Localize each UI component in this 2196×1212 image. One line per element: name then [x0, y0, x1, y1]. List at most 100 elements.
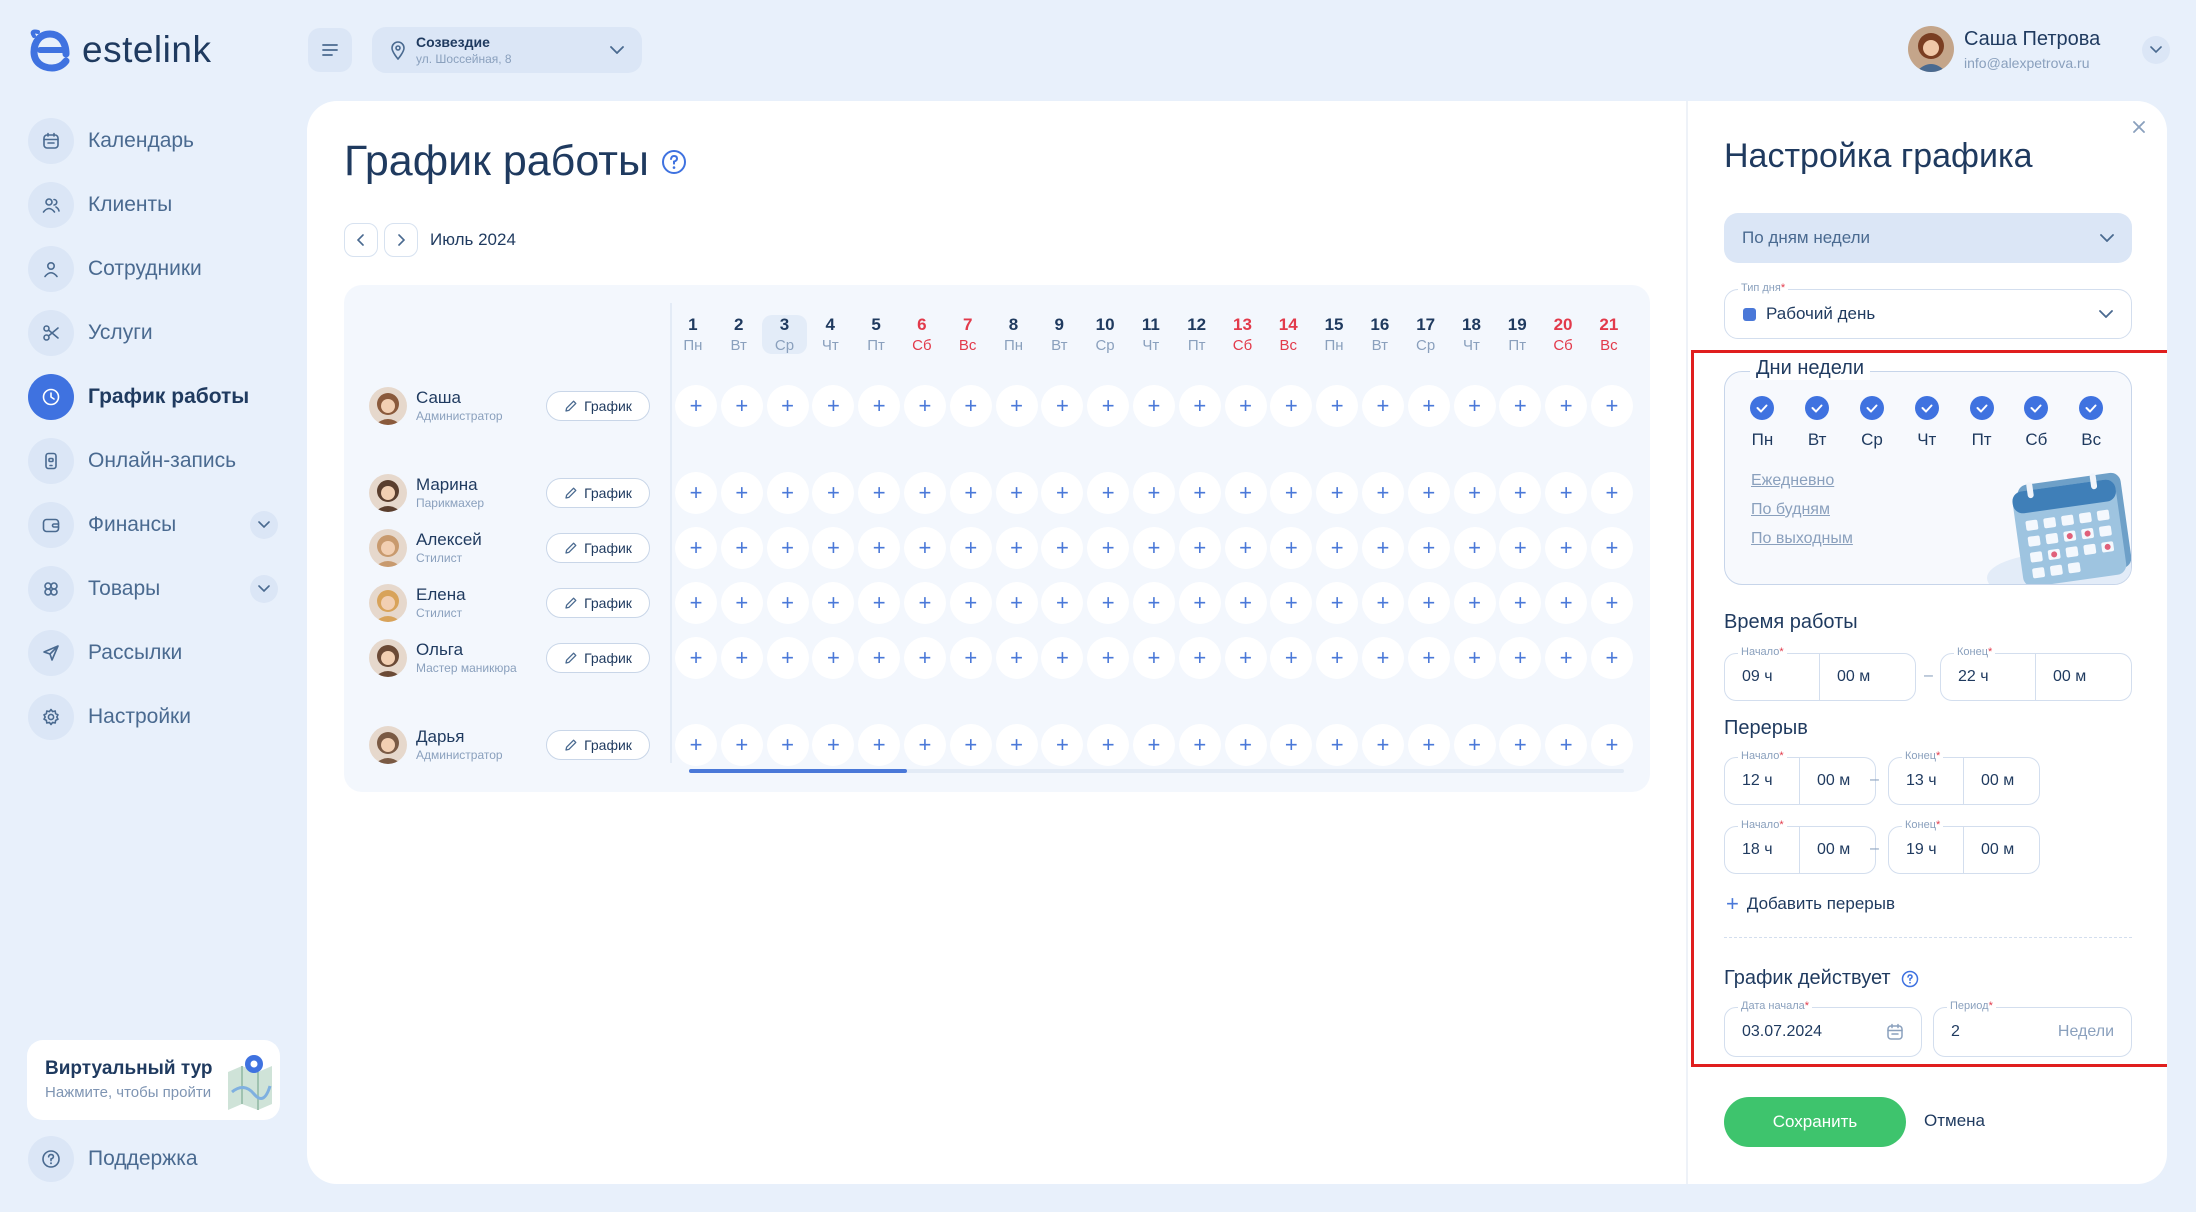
add-shift-cell[interactable]: +: [1087, 472, 1130, 514]
add-shift-cell[interactable]: +: [903, 385, 946, 427]
schedule-mode-select[interactable]: По дням недели: [1724, 213, 2132, 263]
add-shift-cell[interactable]: +: [1178, 472, 1221, 514]
add-shift-cell[interactable]: +: [720, 637, 763, 679]
quick-link[interactable]: По будням: [1751, 501, 1853, 519]
sidebar-item-calendar[interactable]: Календарь: [26, 116, 284, 166]
add-shift-cell[interactable]: +: [1590, 527, 1633, 569]
break-end-hours[interactable]: 13 ч: [1888, 757, 1964, 805]
sidebar-item-wallet[interactable]: Финансы: [26, 500, 284, 550]
break-start-minutes[interactable]: 00 м: [1800, 757, 1876, 805]
edit-schedule-button[interactable]: График: [546, 588, 650, 618]
add-shift-cell[interactable]: +: [812, 637, 855, 679]
add-shift-cell[interactable]: +: [903, 582, 946, 624]
add-shift-cell[interactable]: +: [1178, 385, 1221, 427]
add-shift-cell[interactable]: +: [1361, 472, 1404, 514]
add-shift-cell[interactable]: +: [1041, 472, 1084, 514]
add-shift-cell[interactable]: +: [720, 385, 763, 427]
weekday-checkbox[interactable]: [1750, 396, 1775, 420]
add-shift-cell[interactable]: +: [1545, 472, 1588, 514]
support-link[interactable]: Поддержка: [28, 1136, 198, 1182]
add-shift-cell[interactable]: +: [1407, 385, 1450, 427]
add-shift-cell[interactable]: +: [1499, 637, 1542, 679]
chevron-down-icon[interactable]: [250, 575, 278, 603]
add-shift-cell[interactable]: +: [812, 472, 855, 514]
weekday-checkbox[interactable]: [1914, 396, 1939, 420]
add-shift-cell[interactable]: +: [1087, 724, 1130, 766]
add-shift-cell[interactable]: +: [1499, 385, 1542, 427]
add-shift-cell[interactable]: +: [1178, 637, 1221, 679]
add-shift-cell[interactable]: +: [949, 637, 992, 679]
add-shift-cell[interactable]: +: [1224, 385, 1267, 427]
add-shift-cell[interactable]: +: [949, 385, 992, 427]
scrollbar-thumb[interactable]: [689, 769, 907, 773]
add-shift-cell[interactable]: +: [949, 724, 992, 766]
weekday-checkbox[interactable]: [2024, 396, 2049, 420]
add-shift-cell[interactable]: +: [675, 472, 717, 514]
prev-month-button[interactable]: [344, 223, 378, 257]
add-shift-cell[interactable]: +: [1545, 724, 1588, 766]
add-shift-cell[interactable]: +: [1407, 724, 1450, 766]
add-shift-cell[interactable]: +: [1041, 582, 1084, 624]
add-shift-cell[interactable]: +: [858, 637, 901, 679]
work-start-minutes[interactable]: 00 м: [1820, 653, 1916, 701]
add-shift-cell[interactable]: +: [1270, 385, 1313, 427]
add-shift-cell[interactable]: +: [1132, 527, 1175, 569]
add-shift-cell[interactable]: +: [1361, 637, 1404, 679]
add-shift-cell[interactable]: +: [858, 527, 901, 569]
menu-toggle-button[interactable]: [308, 28, 352, 72]
horizontal-scrollbar[interactable]: [689, 769, 1624, 773]
weekday-checkbox[interactable]: [1969, 396, 1994, 420]
save-button[interactable]: Сохранить: [1724, 1097, 1906, 1147]
add-shift-cell[interactable]: +: [1407, 472, 1450, 514]
next-month-button[interactable]: [384, 223, 418, 257]
add-shift-cell[interactable]: +: [675, 582, 717, 624]
add-shift-cell[interactable]: +: [1545, 582, 1588, 624]
sidebar-item-phone[interactable]: Онлайн-запись: [26, 436, 284, 486]
add-shift-cell[interactable]: +: [1407, 637, 1450, 679]
add-shift-cell[interactable]: +: [1361, 724, 1404, 766]
break-start-minutes[interactable]: 00 м: [1800, 826, 1876, 874]
add-shift-cell[interactable]: +: [1316, 527, 1359, 569]
location-selector[interactable]: Созвездие ул. Шоссейная, 8: [372, 27, 642, 73]
add-shift-cell[interactable]: +: [1499, 724, 1542, 766]
edit-schedule-button[interactable]: График: [546, 478, 650, 508]
sidebar-item-staff[interactable]: Сотрудники: [26, 244, 284, 294]
add-shift-cell[interactable]: +: [1224, 637, 1267, 679]
add-shift-cell[interactable]: +: [1316, 724, 1359, 766]
add-shift-cell[interactable]: +: [1545, 527, 1588, 569]
sidebar-item-scissors[interactable]: Услуги: [26, 308, 284, 358]
logo[interactable]: estelink: [28, 28, 211, 72]
add-shift-cell[interactable]: +: [995, 637, 1038, 679]
break-start-hours[interactable]: 12 ч: [1724, 757, 1800, 805]
add-shift-cell[interactable]: +: [812, 582, 855, 624]
add-shift-cell[interactable]: +: [720, 724, 763, 766]
sidebar-item-clock[interactable]: График работы: [26, 372, 284, 422]
add-shift-cell[interactable]: +: [1087, 385, 1130, 427]
add-shift-cell[interactable]: +: [903, 724, 946, 766]
add-shift-cell[interactable]: +: [995, 527, 1038, 569]
break-end-hours[interactable]: 19 ч: [1888, 826, 1964, 874]
break-end-minutes[interactable]: 00 м: [1964, 757, 2040, 805]
add-shift-cell[interactable]: +: [1041, 527, 1084, 569]
add-shift-cell[interactable]: +: [1316, 472, 1359, 514]
add-shift-cell[interactable]: +: [1270, 527, 1313, 569]
add-shift-cell[interactable]: +: [1407, 527, 1450, 569]
add-shift-cell[interactable]: +: [766, 472, 809, 514]
help-icon[interactable]: [1901, 970, 1919, 988]
user-menu-chevron[interactable]: [2142, 36, 2170, 64]
add-shift-cell[interactable]: +: [1361, 385, 1404, 427]
add-shift-cell[interactable]: +: [995, 472, 1038, 514]
add-shift-cell[interactable]: +: [720, 527, 763, 569]
weekday-checkbox[interactable]: [1805, 396, 1830, 420]
weekday-checkbox[interactable]: [2079, 396, 2104, 420]
close-icon[interactable]: [2131, 119, 2147, 135]
add-shift-cell[interactable]: +: [675, 527, 717, 569]
add-shift-cell[interactable]: +: [1224, 472, 1267, 514]
edit-schedule-button[interactable]: График: [546, 730, 650, 760]
add-shift-cell[interactable]: +: [1316, 637, 1359, 679]
add-shift-cell[interactable]: +: [858, 385, 901, 427]
add-shift-cell[interactable]: +: [1041, 724, 1084, 766]
add-shift-cell[interactable]: +: [1590, 637, 1633, 679]
add-shift-cell[interactable]: +: [720, 582, 763, 624]
add-shift-cell[interactable]: +: [1499, 582, 1542, 624]
